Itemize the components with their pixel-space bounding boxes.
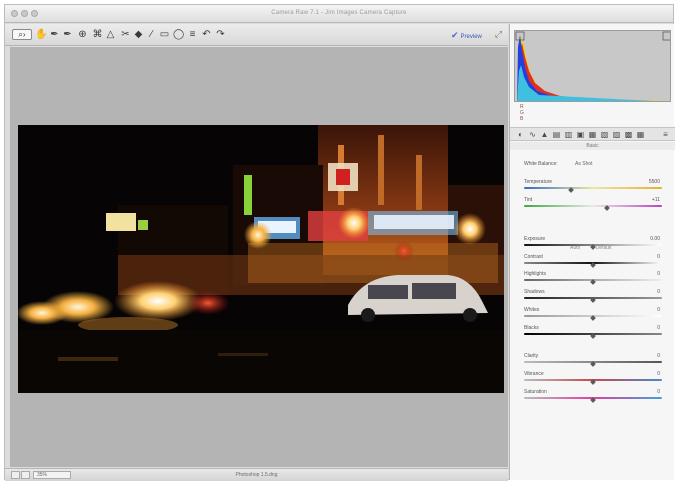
rotate-right-icon[interactable]: ↷ (215, 29, 226, 40)
split-toning-tab-icon[interactable]: ▥ (564, 130, 573, 139)
effects-tab-icon[interactable]: ▦ (588, 130, 597, 139)
highlights-value[interactable]: 0 (636, 271, 660, 277)
snapshots-tab-icon[interactable]: ▩ (624, 130, 633, 139)
rgb-readout: R G B (520, 104, 524, 122)
tone-curve-tab-icon[interactable]: ∿ (528, 130, 537, 139)
rotate-left-icon[interactable]: ↶ (201, 29, 212, 40)
crop-tool-icon[interactable]: ⌘ (92, 29, 103, 40)
saturation-value[interactable]: 0 (636, 389, 660, 395)
red-eye-tool-icon[interactable]: ◆ (133, 29, 144, 40)
vibrance-label: Vibrance (524, 371, 544, 377)
clarity-label: Clarity (524, 353, 539, 359)
blacks-value[interactable]: 0 (636, 325, 660, 331)
white-balance-select[interactable]: As Shot (575, 161, 593, 167)
white-balance-label: White Balance: (524, 161, 558, 167)
preferences-icon[interactable]: ≡ (187, 29, 198, 40)
camera-raw-window: Camera Raw 7.1 - Jim Images Camera Captu… (4, 4, 675, 481)
preview-label: Preview (460, 34, 482, 40)
camera-tab-icon[interactable]: ▦ (636, 130, 645, 139)
detail-tab-icon[interactable]: ▲ (540, 130, 549, 139)
vibrance-value[interactable]: 0 (636, 371, 660, 377)
radial-filter-tool-icon[interactable]: ◯ (173, 29, 184, 40)
exposure-value[interactable]: 0.00 (636, 236, 660, 242)
zoom-tool-icon[interactable]: ⌕› (12, 29, 32, 40)
panel-menu-icon[interactable]: ≡ (661, 130, 670, 139)
white-balance-tool-icon[interactable]: ✒ (49, 29, 60, 40)
temperature-label: Temperature (524, 179, 553, 185)
presets-tab-icon[interactable]: ▨ (612, 130, 621, 139)
adjustment-brush-tool-icon[interactable]: ∕ (146, 29, 157, 40)
adjustment-panel: R G B ◐ ∿ ▲ ▤ ▥ ▣ ▦ ▧ ▨ ▩ ▦ ≡ Basic Whit… (509, 24, 675, 480)
hsl-tab-icon[interactable]: ▤ (552, 130, 561, 139)
hand-tool-icon[interactable]: ✋ (35, 29, 47, 40)
lens-corrections-tab-icon[interactable]: ▣ (576, 130, 585, 139)
saturation-label: Saturation (524, 389, 547, 395)
clarity-value[interactable]: 0 (636, 353, 660, 359)
panel-title: Basic (510, 142, 675, 150)
temperature-value[interactable]: 5500 (636, 179, 660, 185)
rgb-b: B (520, 116, 524, 122)
title-bar: Camera Raw 7.1 - Jim Images Camera Captu… (5, 5, 673, 23)
night-street-photo (18, 125, 504, 393)
contrast-value[interactable]: 0 (636, 254, 660, 260)
workflow-options-link[interactable]: Photoshop 1.5.dng (5, 472, 508, 478)
exposure-label: Exposure (524, 236, 546, 242)
whites-label: Whites (524, 307, 540, 313)
target-adjustment-tool-icon[interactable]: ⊕ (77, 29, 88, 40)
tint-value[interactable]: +11 (636, 197, 660, 203)
photo-preview (18, 125, 504, 393)
status-bar: 35% Photoshop 1.5.dng (5, 468, 508, 481)
histogram-graph (515, 31, 670, 101)
preview-toggle[interactable]: ✔ Preview (451, 29, 491, 41)
shadows-label: Shadows (524, 289, 545, 295)
white-balance-row: White Balance: As Shot (524, 161, 593, 167)
basic-tab-icon[interactable]: ◐ (516, 130, 525, 139)
color-sampler-tool-icon[interactable]: ✒ (62, 29, 73, 40)
tint-slider[interactable] (524, 205, 662, 207)
temperature-slider[interactable] (524, 187, 662, 189)
spot-removal-tool-icon[interactable]: ✂ (120, 29, 131, 40)
image-canvas[interactable] (10, 47, 508, 467)
tool-bar: ⌕› ✋ ✒ ✒ ⊕ ⌘ △ ✂ ◆ ∕ ▭ ◯ ≡ ↶ ↷ ✔ Preview … (5, 24, 508, 46)
preview-checkbox-icon: ✔ (451, 30, 459, 40)
graduated-filter-tool-icon[interactable]: ▭ (159, 29, 170, 40)
blacks-label: Blacks (524, 325, 539, 331)
whites-value[interactable]: 0 (636, 307, 660, 313)
tint-slider-thumb[interactable] (603, 205, 610, 211)
camera-calibration-tab-icon[interactable]: ▧ (600, 130, 609, 139)
window-title: Camera Raw 7.1 - Jim Images Camera Captu… (271, 10, 407, 16)
highlights-label: Highlights (524, 271, 546, 277)
panel-tab-bar: ◐ ∿ ▲ ▤ ▥ ▣ ▦ ▧ ▨ ▩ ▦ ≡ (510, 127, 675, 141)
fullscreen-icon[interactable]: ⤢ (493, 29, 504, 40)
shadows-value[interactable]: 0 (636, 289, 660, 295)
contrast-label: Contrast (524, 254, 543, 260)
tint-label: Tint (524, 197, 533, 203)
histogram (514, 30, 671, 102)
straighten-tool-icon[interactable]: △ (105, 29, 116, 40)
